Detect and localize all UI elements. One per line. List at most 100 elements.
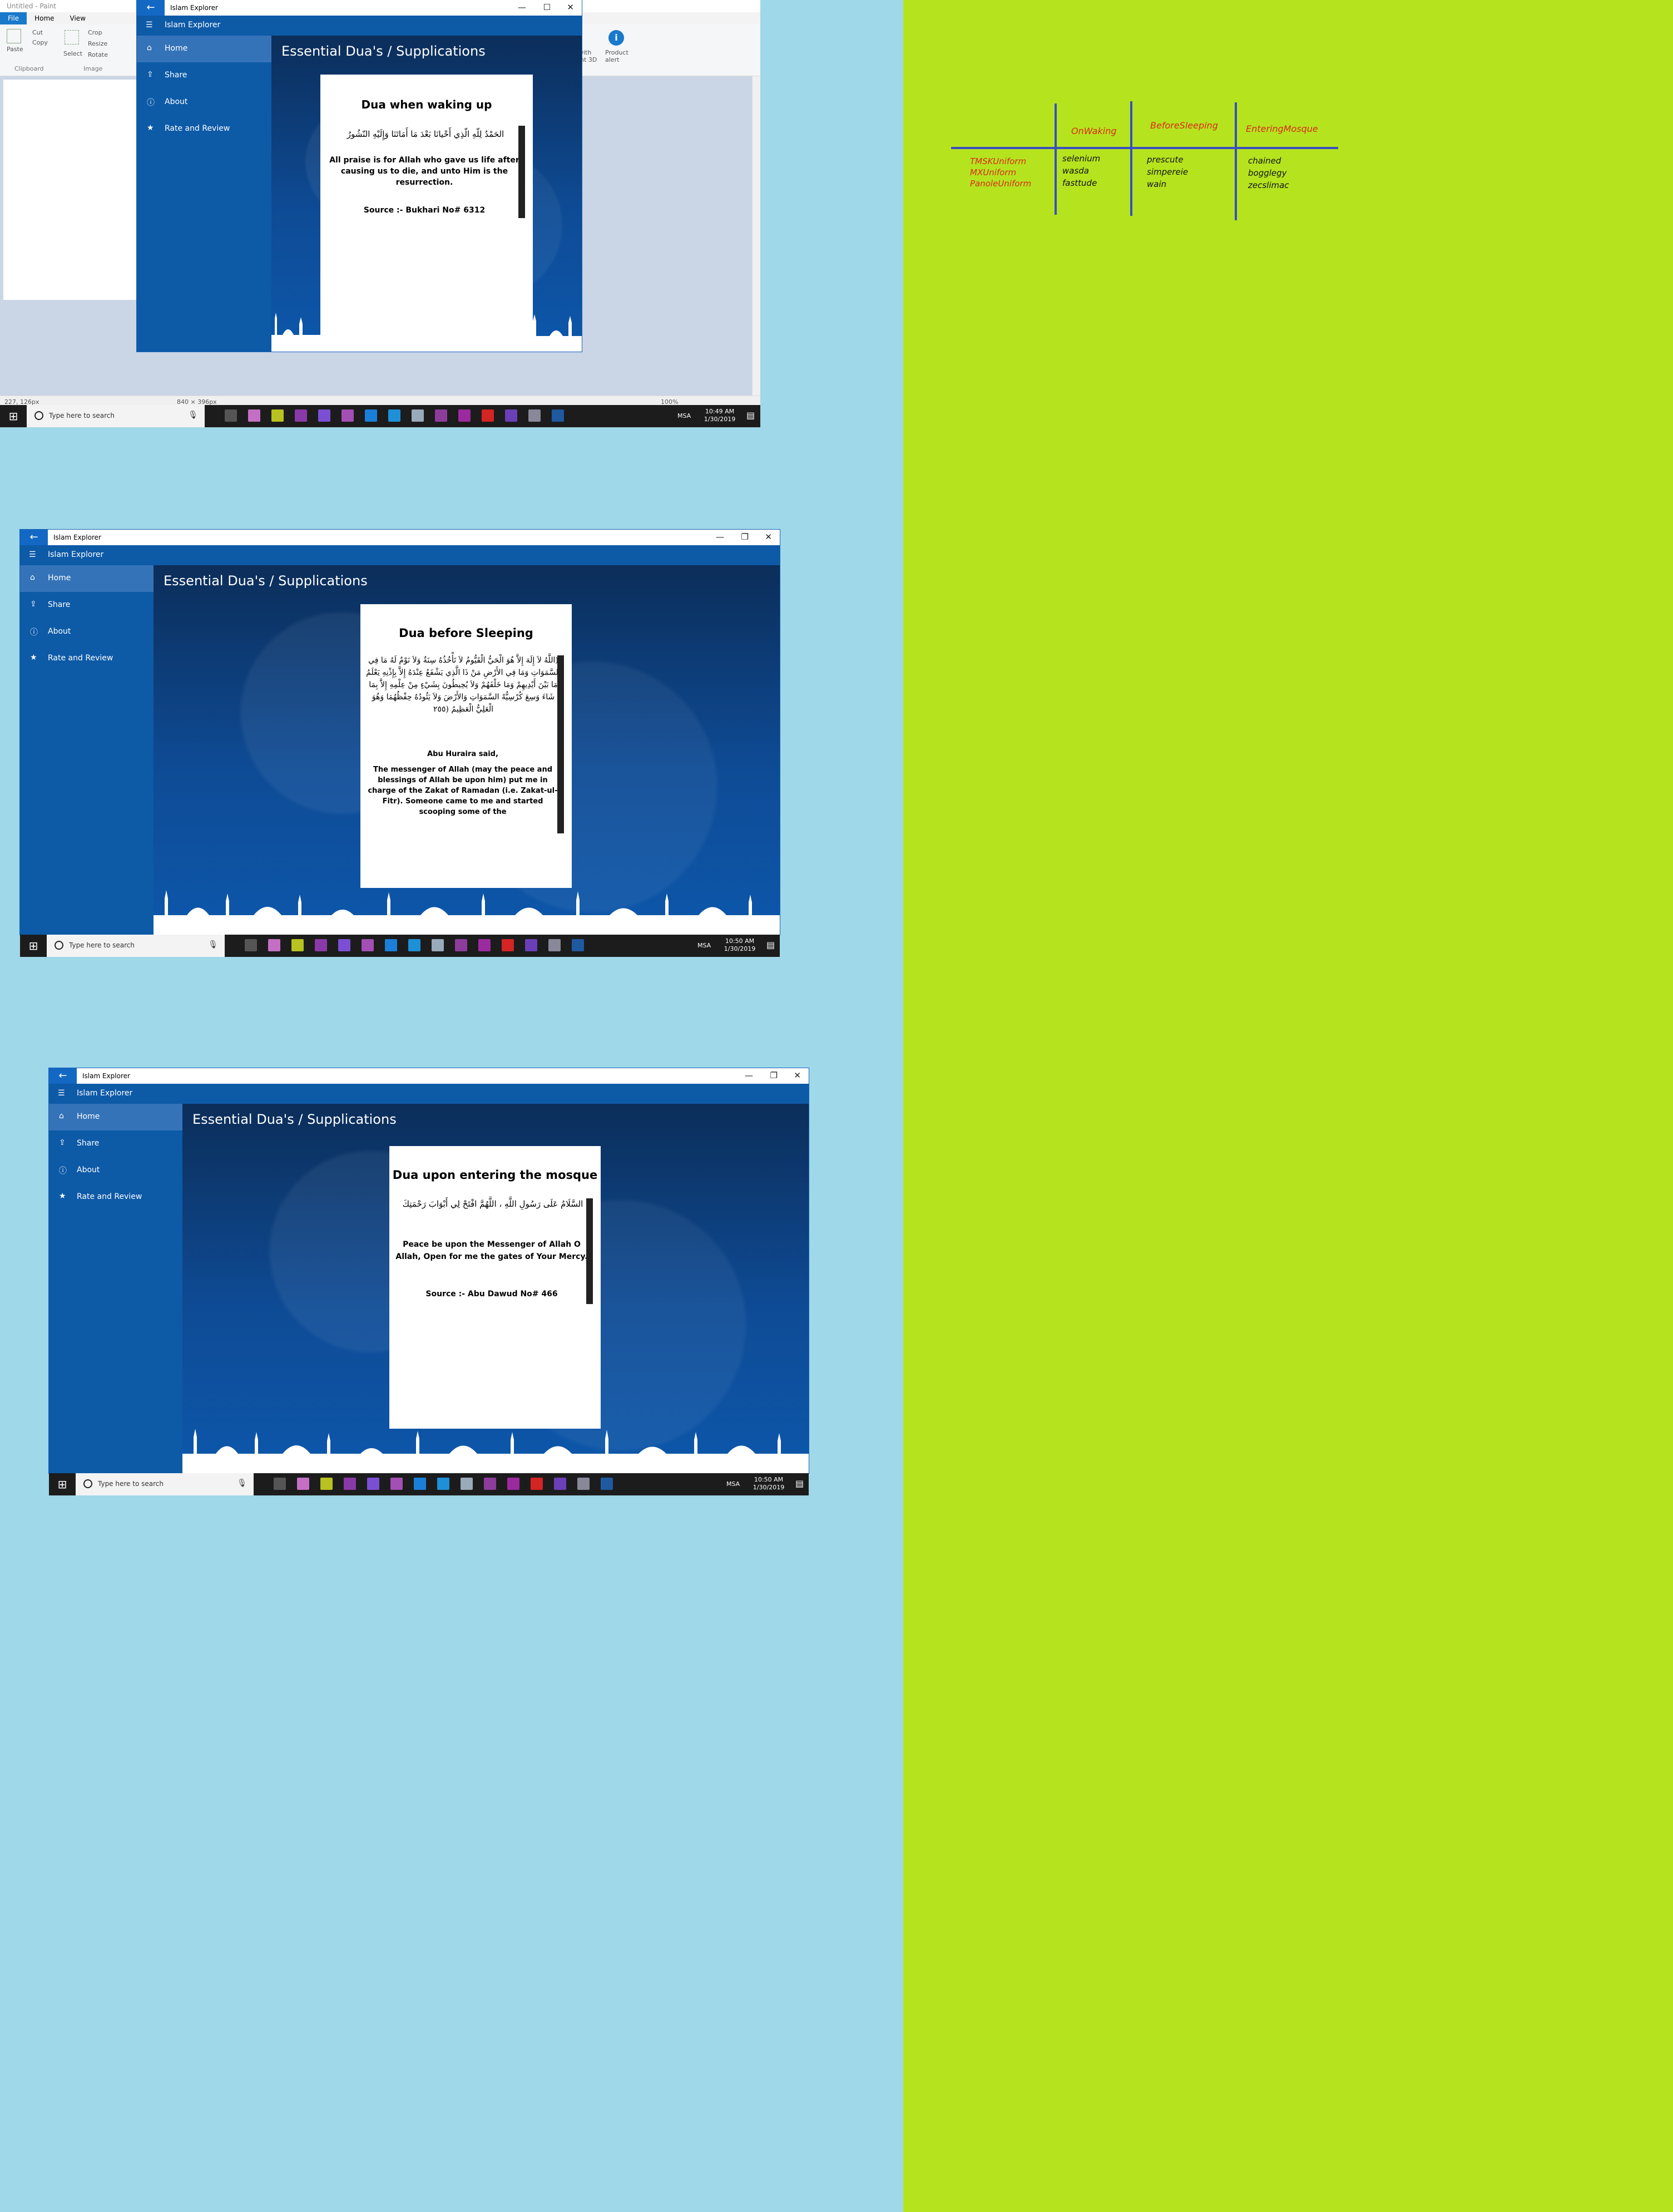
language-indicator[interactable]: MSA	[697, 942, 711, 949]
app-icon[interactable]	[341, 409, 354, 422]
clock[interactable]: 10:50 AM 1/30/2019	[746, 1476, 791, 1492]
sidebar-item-home[interactable]: ⌂ Home	[49, 1104, 182, 1130]
taskbar-search-box[interactable]: Type here to search 🎙	[76, 1473, 254, 1495]
microphone-icon[interactable]: 🎙	[208, 940, 218, 949]
app-icon[interactable]	[531, 1478, 543, 1490]
select-button[interactable]: Select	[63, 50, 82, 57]
app-icon[interactable]	[528, 409, 541, 422]
taskbar-search-box[interactable]: Type here to search 🎙	[47, 935, 225, 957]
tab-view[interactable]: View	[62, 12, 93, 24]
onenote-icon[interactable]	[484, 1478, 496, 1490]
language-indicator[interactable]: MSA	[726, 1480, 740, 1488]
close-button[interactable]: ✕	[794, 1070, 801, 1080]
clock[interactable]: 10:50 AM 1/30/2019	[717, 937, 762, 953]
app-icon[interactable]	[478, 939, 491, 951]
minimize-button[interactable]: —	[518, 2, 526, 12]
microphone-icon[interactable]: 🎙	[188, 411, 198, 419]
dua-card[interactable]: Dua upon entering the mosque السَّلَامُ …	[389, 1146, 601, 1429]
task-view-icon[interactable]	[274, 1478, 286, 1490]
onenote-icon[interactable]	[455, 939, 467, 951]
copy-button[interactable]: Copy	[32, 39, 48, 46]
back-button[interactable]: ←	[20, 530, 48, 545]
app-icon[interactable]	[507, 1478, 519, 1490]
store-icon[interactable]	[437, 1478, 449, 1490]
product-alert-icon[interactable]: i	[608, 30, 624, 46]
islam-explorer-taskbar-icon[interactable]	[552, 409, 564, 422]
close-button[interactable]: ✕	[567, 2, 574, 12]
notification-icon[interactable]: ▤	[766, 940, 775, 950]
hamburger-icon[interactable]: ☰	[29, 550, 36, 559]
app-icon[interactable]	[344, 1478, 356, 1490]
app-icon[interactable]	[577, 1478, 590, 1490]
microphone-icon[interactable]: 🎙	[237, 1479, 247, 1488]
back-button[interactable]: ←	[137, 0, 165, 16]
back-button[interactable]: ←	[49, 1068, 77, 1084]
app-icon[interactable]	[338, 939, 350, 951]
app-icon[interactable]	[320, 1478, 333, 1490]
visual-studio-icon[interactable]	[554, 1478, 566, 1490]
sidebar-item-rate-review[interactable]: ★ Rate and Review	[20, 645, 154, 672]
resize-button[interactable]: Resize	[88, 40, 107, 47]
restore-button[interactable]: ❐	[770, 1070, 778, 1080]
visual-studio-icon[interactable]	[505, 409, 517, 422]
sidebar-item-home[interactable]: ⌂ Home	[137, 36, 271, 62]
app-icon[interactable]	[461, 1478, 473, 1490]
app-icon[interactable]	[502, 939, 514, 951]
language-indicator[interactable]: MSA	[677, 412, 691, 419]
tab-file[interactable]: File	[0, 12, 27, 24]
minimize-button[interactable]: —	[745, 1070, 753, 1080]
hamburger-icon[interactable]: ☰	[58, 1089, 65, 1098]
restore-button[interactable]: ❐	[741, 532, 749, 542]
onenote-icon[interactable]	[435, 409, 447, 422]
app-icon[interactable]	[318, 409, 330, 422]
sidebar-item-home[interactable]: ⌂ Home	[20, 565, 154, 592]
sidebar-item-about[interactable]: ⓘ About	[137, 89, 271, 116]
app-icon[interactable]	[432, 939, 444, 951]
product-alert-button[interactable]: Product alert	[605, 49, 628, 63]
close-button[interactable]: ✕	[765, 532, 772, 542]
app-icon[interactable]	[297, 1478, 309, 1490]
dua-card[interactable]: Dua before Sleeping (اللَّهُ لاَ إِلَهَ …	[360, 604, 572, 888]
app-icon[interactable]	[548, 939, 561, 951]
app-icon[interactable]	[268, 939, 280, 951]
tab-home[interactable]: Home	[27, 12, 62, 24]
islam-explorer-taskbar-icon[interactable]	[572, 939, 584, 951]
app-icon[interactable]	[390, 1478, 403, 1490]
sidebar-item-about[interactable]: ⓘ About	[49, 1157, 182, 1184]
visual-studio-icon[interactable]	[525, 939, 537, 951]
app-icon[interactable]	[248, 409, 260, 422]
minimize-button[interactable]: —	[716, 532, 724, 542]
dua-card[interactable]: Dua when waking up الحَمْدُ لِلّهِ الّذِ…	[320, 75, 533, 352]
paste-button[interactable]: Paste	[7, 46, 23, 53]
store-icon[interactable]	[388, 409, 400, 422]
store-icon[interactable]	[408, 939, 420, 951]
islam-explorer-taskbar-icon[interactable]	[601, 1478, 613, 1490]
app-icon[interactable]	[271, 409, 284, 422]
sidebar-item-share[interactable]: ⇪ Share	[20, 592, 154, 619]
edge-icon[interactable]	[414, 1478, 426, 1490]
select-icon[interactable]	[65, 30, 79, 45]
cut-button[interactable]: Cut	[32, 29, 43, 36]
taskbar-search-box[interactable]: Type here to search 🎙	[27, 405, 205, 427]
task-view-icon[interactable]	[245, 939, 257, 951]
windows-start-icon[interactable]: ⊞	[49, 1473, 76, 1495]
hamburger-icon[interactable]: ☰	[146, 21, 153, 29]
app-icon[interactable]	[482, 409, 494, 422]
card-scrollbar[interactable]	[557, 655, 564, 833]
sidebar-item-rate-review[interactable]: ★ Rate and Review	[49, 1184, 182, 1211]
task-view-icon[interactable]	[225, 409, 237, 422]
notification-icon[interactable]: ▤	[795, 1478, 804, 1489]
sidebar-item-about[interactable]: ⓘ About	[20, 619, 154, 645]
app-icon[interactable]	[412, 409, 424, 422]
windows-start-icon[interactable]: ⊞	[20, 935, 47, 957]
rotate-button[interactable]: Rotate	[88, 51, 108, 58]
app-icon[interactable]	[315, 939, 327, 951]
app-icon[interactable]	[458, 409, 471, 422]
app-icon[interactable]	[291, 939, 304, 951]
card-scrollbar[interactable]	[586, 1198, 593, 1304]
notification-icon[interactable]: ▤	[746, 410, 755, 421]
edge-icon[interactable]	[365, 409, 377, 422]
paste-icon[interactable]	[7, 29, 21, 43]
app-icon[interactable]	[295, 409, 307, 422]
windows-start-icon[interactable]: ⊞	[0, 405, 27, 427]
